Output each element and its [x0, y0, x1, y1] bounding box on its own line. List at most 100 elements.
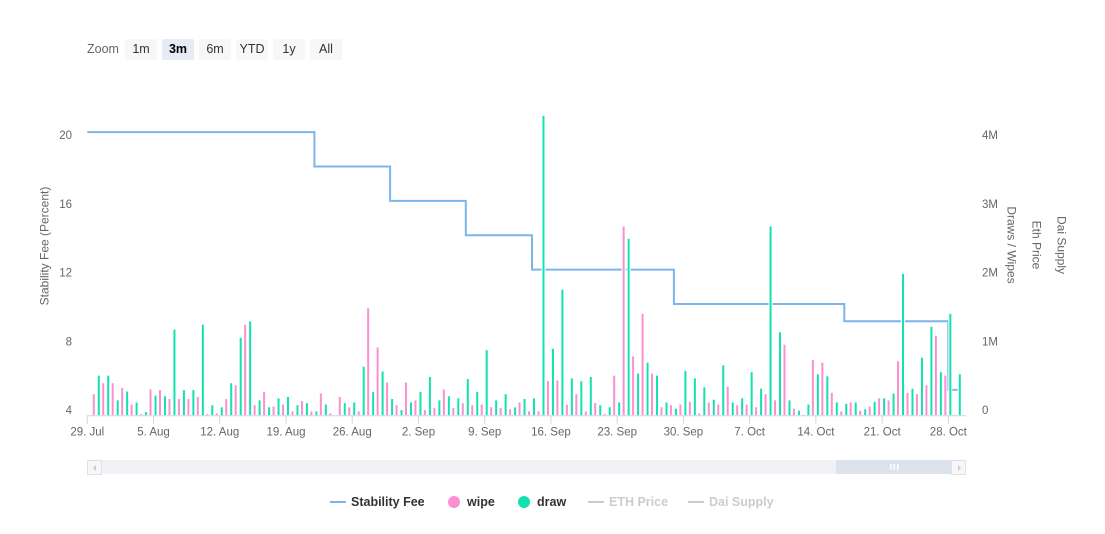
draw-bar [938, 371, 943, 417]
navigator-scrollbar[interactable] [87, 460, 966, 475]
draw-bar [200, 323, 205, 417]
wipe-bar [924, 384, 929, 417]
draw-bar [882, 397, 887, 417]
draw-bar [532, 397, 537, 417]
wipe-bar [309, 410, 314, 417]
x-tick-label: 29. Jul [70, 427, 104, 439]
wipe-bar [422, 409, 427, 417]
scroll-left-button[interactable] [87, 460, 102, 475]
zoom-button-1y[interactable]: 1y [273, 39, 305, 60]
legend-item-stability-fee[interactable]: Stability Fee [330, 494, 425, 510]
draw-bar [172, 328, 177, 417]
draw-bar [844, 402, 849, 417]
zoom-button-all[interactable]: All [310, 39, 342, 60]
x-tick-label: 7. Oct [734, 427, 765, 439]
wipe-bar [943, 374, 948, 417]
wipe-bar [375, 346, 380, 417]
wipe-bar [290, 410, 295, 417]
legend-item-eth-price[interactable]: ETH Price [588, 494, 668, 510]
draw-bar [371, 391, 376, 417]
wipe-bar [886, 399, 891, 417]
draw-bar [342, 402, 347, 417]
draw-bar [323, 403, 328, 417]
wipe-bar [271, 405, 276, 417]
draw-bar [409, 401, 414, 417]
scrollbar-thumb[interactable] [836, 460, 952, 474]
wipe-bar [858, 409, 863, 417]
line-layer [87, 131, 958, 391]
scroll-right-button[interactable] [951, 460, 966, 475]
wipe-bar [574, 393, 579, 417]
zoom-button-6m[interactable]: 6m [199, 39, 231, 60]
draw-bar [901, 272, 906, 417]
wipe-bar [631, 355, 636, 417]
draw-bar [626, 237, 631, 417]
draw-bar [796, 409, 801, 417]
right-y-tick-label: 4M [982, 130, 998, 142]
zoom-button-3m[interactable]: 3m [162, 39, 194, 60]
stability-fee-line [87, 131, 958, 391]
wipe-bar [555, 379, 560, 417]
wipe-bar [650, 372, 655, 417]
draw-bar [125, 390, 130, 417]
draw-bar [229, 382, 234, 417]
wipe-bar [366, 307, 371, 417]
right-axis-title-eth-price: Eth Price [1030, 221, 1044, 270]
draw-bar [484, 349, 489, 417]
x-tick-label: 21. Oct [864, 427, 902, 439]
draw-bar [267, 406, 272, 417]
wipe-bar [413, 399, 418, 417]
left-y-tick-label: 20 [59, 130, 72, 142]
draw-bar [749, 371, 754, 417]
wipe-bar [385, 381, 390, 417]
draw-bar [617, 401, 622, 417]
zoom-button-ytd[interactable]: YTD [236, 39, 268, 60]
wipe-bar [896, 360, 901, 417]
zoom-button-1m[interactable]: 1m [125, 39, 157, 60]
wipe-bar [252, 404, 257, 417]
draw-bar [437, 399, 442, 417]
legend-item-draw[interactable]: draw [518, 494, 566, 510]
draw-bar [465, 378, 470, 417]
wipe-bar [810, 358, 815, 417]
draw-bar [276, 397, 281, 417]
right-axis-title-draws-wipes: Draws / Wipes [1005, 206, 1019, 283]
legend-label: Stability Fee [351, 495, 425, 509]
draw-bar [361, 365, 366, 417]
wipe-bar [706, 401, 711, 417]
draw-bar [655, 374, 660, 417]
wipe-bar [536, 410, 541, 417]
right-y-tick-label: 1M [982, 336, 998, 348]
draw-bar [815, 373, 820, 417]
wipe-bar [640, 312, 645, 417]
draw-bar [730, 401, 735, 417]
wipe-bar [545, 380, 550, 417]
draw-bar [759, 387, 764, 417]
draw-bar [503, 393, 508, 417]
draw-bar [314, 410, 319, 417]
draw-bar [191, 389, 196, 417]
draw-bar [181, 389, 186, 417]
draw-bar [96, 374, 101, 417]
draw-bar [134, 401, 139, 417]
wipe-bar [687, 400, 692, 417]
left-y-tick-label: 12 [59, 268, 72, 280]
legend-label: draw [537, 495, 567, 509]
x-tick-label: 19. Aug [266, 427, 305, 439]
line-symbol-icon [330, 501, 346, 503]
draw-bar [673, 407, 678, 417]
draw-bar [834, 401, 839, 417]
wipe-bar [716, 403, 721, 417]
draw-bar [740, 397, 745, 417]
legend-item-dai-supply[interactable]: Dai Supply [688, 494, 774, 510]
legend-item-wipe[interactable]: wipe [448, 494, 495, 510]
wipe-bar [583, 410, 588, 417]
wipe-bar [441, 388, 446, 417]
wipe-bar [489, 406, 494, 417]
wipe-bar [394, 404, 399, 417]
draw-bar [664, 401, 669, 417]
draw-bar [446, 395, 451, 417]
draw-bar [569, 377, 574, 417]
wipe-bar [508, 408, 513, 417]
draw-bar [210, 404, 215, 417]
